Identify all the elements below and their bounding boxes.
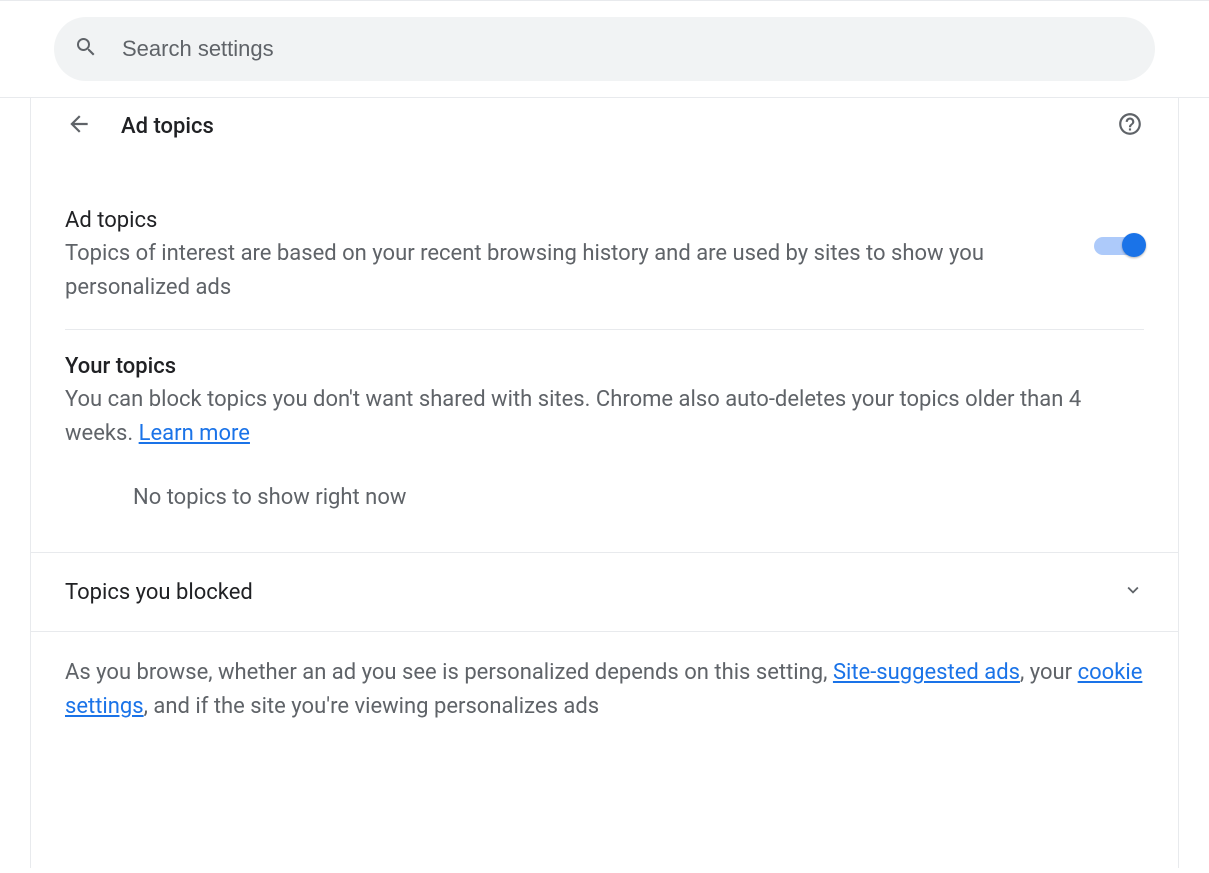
ad-topics-section: Ad topics Topics of interest are based o… [31, 208, 1178, 329]
search-container[interactable] [54, 17, 1155, 81]
your-topics-section: Your topics You can block topics you don… [31, 330, 1178, 524]
search-input[interactable] [122, 36, 1135, 62]
your-topics-title: Your topics [65, 354, 1144, 379]
topics-you-blocked-row[interactable]: Topics you blocked [31, 552, 1178, 632]
learn-more-link[interactable]: Learn more [139, 421, 250, 446]
back-button[interactable] [65, 112, 93, 140]
topics-empty-state: No topics to show right now [65, 451, 1144, 524]
ad-topics-title: Ad topics [65, 208, 1070, 233]
search-icon [74, 35, 98, 63]
help-button[interactable] [1116, 112, 1144, 140]
chevron-down-icon [1122, 579, 1144, 605]
arrow-left-icon [66, 111, 92, 141]
your-topics-description: You can block topics you don't want shar… [65, 383, 1144, 451]
site-suggested-ads-link[interactable]: Site-suggested ads [833, 660, 1020, 685]
help-icon [1117, 111, 1143, 141]
settings-panel: Ad topics Ad topics Topics of interest a… [30, 98, 1179, 868]
footer-text-3: , and if the site you're viewing persona… [144, 694, 599, 719]
footer-text: As you browse, whether an ad you see is … [31, 632, 1178, 748]
panel-header: Ad topics [31, 98, 1178, 154]
ad-topics-description: Topics of interest are based on your rec… [65, 237, 1070, 305]
topics-you-blocked-title: Topics you blocked [65, 580, 1122, 605]
footer-text-1: As you browse, whether an ad you see is … [65, 660, 833, 685]
page-title: Ad topics [121, 114, 214, 139]
footer-text-2: , your [1020, 660, 1078, 685]
settings-search-bar [0, 0, 1209, 98]
ad-topics-toggle[interactable] [1094, 236, 1144, 256]
